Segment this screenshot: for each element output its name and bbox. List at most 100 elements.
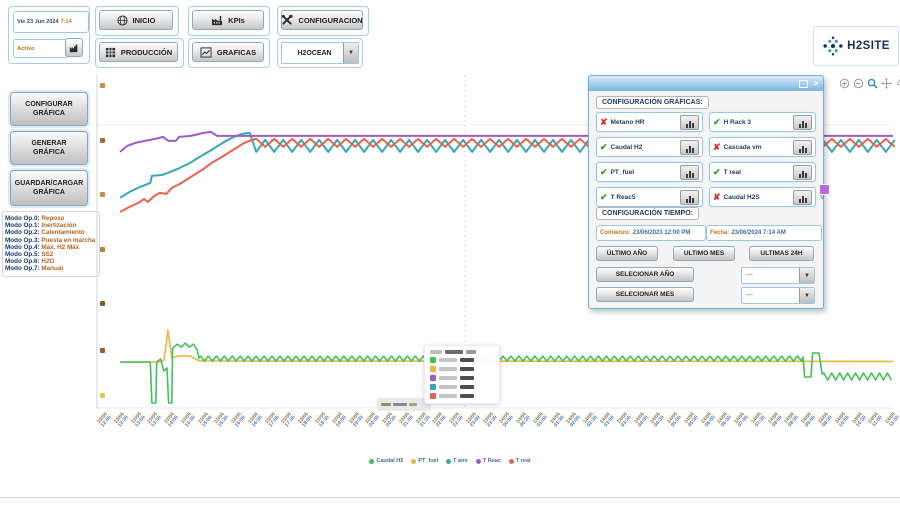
chevron-down-icon[interactable]: ▼ bbox=[799, 288, 814, 303]
config-panel: > CONFIGURACIÓN GRÁFICAS: ✘Metano HR✔H R… bbox=[588, 75, 824, 309]
mini-chart-icon-button[interactable] bbox=[680, 140, 699, 155]
legend-dot bbox=[509, 459, 514, 464]
x-icon: ✘ bbox=[713, 143, 721, 152]
legend-item[interactable]: T real bbox=[509, 458, 531, 464]
chevron-down-icon[interactable]: ˅ bbox=[820, 193, 825, 202]
y-axis-tick-label bbox=[100, 247, 105, 252]
select-month-button[interactable]: SELECIONAR MES bbox=[596, 287, 694, 302]
series-toggle[interactable]: ✘Metano HR bbox=[596, 112, 703, 132]
legend-item[interactable]: PT_fuel bbox=[411, 458, 438, 464]
year-select[interactable]: --- ▼ bbox=[741, 267, 815, 284]
series-toggle-label: Cascada vm bbox=[724, 144, 790, 151]
series-toggle-label: Caudal H2S bbox=[724, 194, 790, 201]
y-axis-tick-label bbox=[100, 83, 105, 88]
mini-chart-icon-button[interactable] bbox=[680, 115, 699, 130]
series-line-caudal-h2 bbox=[120, 343, 891, 403]
series-color-swatch bbox=[430, 384, 436, 390]
legend-item[interactable]: T aire bbox=[446, 458, 468, 464]
mini-chart-icon-button[interactable] bbox=[793, 140, 812, 155]
tooltip-row bbox=[430, 357, 494, 363]
mini-chart-icon-button[interactable] bbox=[793, 190, 812, 205]
select-year-button[interactable]: SELECIONAR AÑO bbox=[596, 267, 694, 282]
series-toggle-label: Caudal H2 bbox=[611, 144, 677, 151]
tooltip-row bbox=[430, 366, 494, 372]
legend-dot bbox=[369, 459, 374, 464]
legend-item[interactable]: T Reac bbox=[476, 458, 501, 464]
x-icon: ✘ bbox=[600, 118, 608, 127]
pan-icon[interactable] bbox=[880, 77, 892, 89]
last-year-button[interactable]: ÚLTIMO AÑO bbox=[596, 246, 658, 261]
series-toggle[interactable]: ✔H Rack 3 bbox=[709, 112, 816, 132]
x-icon: ✘ bbox=[713, 193, 721, 202]
legend-dot bbox=[411, 459, 416, 464]
series-toggle[interactable]: ✔T Reac5 bbox=[596, 187, 703, 207]
series-toggle-label: Metano HR bbox=[611, 119, 677, 126]
end-prefix: Fecha: bbox=[710, 230, 729, 236]
end-value: 23/06/2024 7:14 AM bbox=[731, 230, 785, 236]
search-icon[interactable] bbox=[866, 77, 878, 89]
series-toggle[interactable]: ✔PT_fuel bbox=[596, 162, 703, 182]
legend-dot bbox=[446, 459, 451, 464]
y-axis-tick-label bbox=[100, 301, 105, 306]
y-axis-tick-label bbox=[100, 192, 105, 197]
tooltip-row bbox=[430, 375, 494, 381]
tooltip-row bbox=[430, 384, 494, 390]
series-toggle[interactable]: ✔Caudal H2 bbox=[596, 137, 703, 157]
mini-chart-icon-button[interactable] bbox=[680, 165, 699, 180]
legend-label: Caudal H2 bbox=[376, 458, 403, 464]
panel-titlebar[interactable]: > bbox=[589, 76, 823, 91]
check-icon: ✔ bbox=[600, 143, 608, 152]
mini-chart-icon-button[interactable] bbox=[793, 115, 812, 130]
legend-item[interactable]: Caudal H2 bbox=[369, 458, 403, 464]
month-select[interactable]: --- ▼ bbox=[741, 287, 815, 304]
series-toggle[interactable]: ✘Caudal H2S bbox=[709, 187, 816, 207]
last-24h-button[interactable]: ULTIMAS 24H bbox=[749, 246, 814, 261]
series-toggle[interactable]: ✔T real bbox=[709, 162, 816, 182]
chevron-right-icon[interactable]: > bbox=[813, 80, 818, 88]
dashboard-screen: Vie 23 Jun 2024 7:14 Activo INICIO PRODU… bbox=[0, 0, 900, 505]
mini-chart-icon-button[interactable] bbox=[680, 190, 699, 205]
check-icon: ✔ bbox=[713, 118, 721, 127]
time-section-title: CONFIGURACIÓN TIEMPO: bbox=[596, 207, 699, 220]
series-toggle-label: T Reac5 bbox=[611, 194, 677, 201]
mini-chart-icon-button[interactable] bbox=[793, 165, 812, 180]
series-toggle[interactable]: ✘Cascada vm bbox=[709, 137, 816, 157]
bottom-divider bbox=[0, 497, 900, 498]
series-toggle-label: H Rack 3 bbox=[724, 119, 790, 126]
legend-label: T Reac bbox=[483, 458, 501, 464]
series-color-swatch bbox=[430, 357, 436, 363]
start-datetime-field[interactable]: Comienzo: 23/06/2023 12:00 PM bbox=[596, 225, 706, 241]
series-toggle-label: PT_fuel bbox=[611, 169, 677, 176]
graphs-section-title: CONFIGURACIÓN GRÁFICAS: bbox=[596, 96, 709, 109]
legend-label: PT_fuel bbox=[418, 458, 438, 464]
series-line-pt-fuel bbox=[120, 330, 893, 362]
check-icon: ✔ bbox=[600, 168, 608, 177]
series-color-swatch bbox=[430, 366, 436, 372]
zoom-out-icon[interactable] bbox=[852, 77, 864, 89]
chevron-down-icon[interactable]: ▼ bbox=[799, 268, 814, 283]
hover-axis-label bbox=[377, 398, 431, 411]
maximize-icon[interactable] bbox=[799, 80, 808, 88]
check-icon: ✔ bbox=[713, 168, 721, 177]
zoom-in-icon[interactable] bbox=[838, 77, 850, 89]
month-select-value: --- bbox=[742, 292, 799, 299]
y-axis-tick-label bbox=[100, 348, 105, 353]
home-icon[interactable]: ⌂ bbox=[894, 77, 900, 89]
series-color-swatch bbox=[430, 375, 436, 381]
end-datetime-field[interactable]: Fecha: 23/06/2024 7:14 AM bbox=[706, 225, 822, 241]
chart-toolbar: ⌂ ≡ bbox=[838, 77, 900, 89]
series-toggle-grid: ✘Metano HR✔H Rack 3✔Caudal H2✘Cascada vm… bbox=[596, 112, 816, 207]
start-prefix: Comienzo: bbox=[600, 230, 631, 236]
legend-dot bbox=[476, 459, 481, 464]
last-month-button[interactable]: ULTIMO MES bbox=[673, 246, 735, 261]
chart-tooltip bbox=[424, 345, 500, 404]
series-toggle-label: T real bbox=[724, 169, 790, 176]
y-axis-tick-label bbox=[100, 393, 105, 398]
tooltip-header bbox=[430, 350, 494, 354]
start-value: 23/06/2023 12:00 PM bbox=[633, 230, 691, 236]
legend-label: T aire bbox=[453, 458, 468, 464]
series-color-swatch bbox=[430, 393, 436, 399]
y-axis-tick-label bbox=[100, 138, 105, 143]
year-select-value: --- bbox=[742, 272, 799, 279]
check-icon: ✔ bbox=[600, 193, 608, 202]
